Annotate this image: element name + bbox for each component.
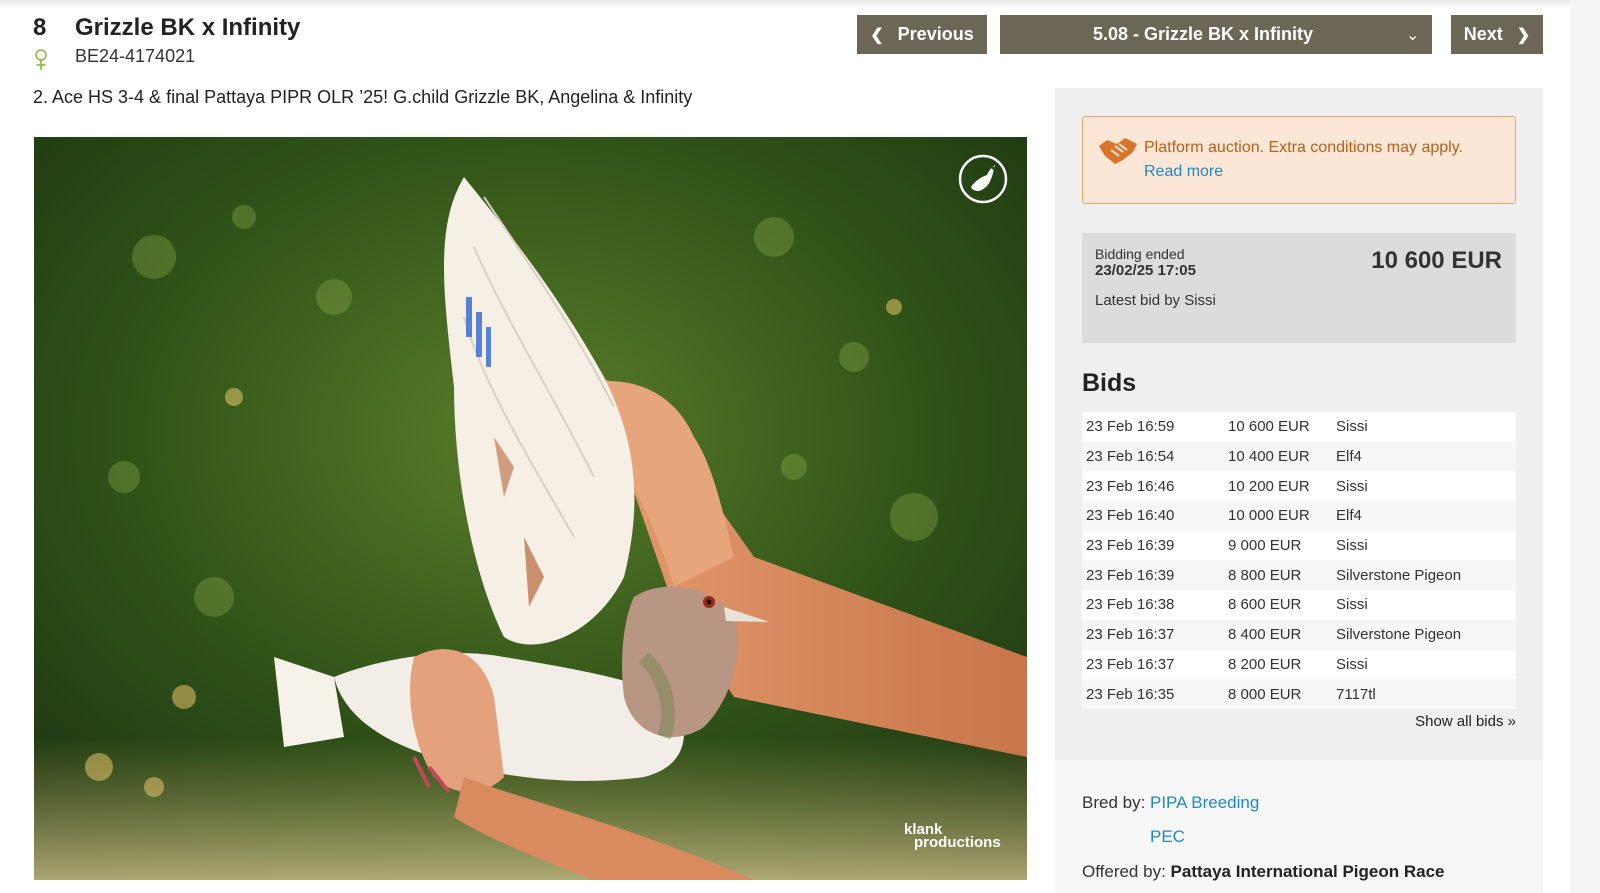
bid-bidder: 7117tl <box>1336 685 1376 703</box>
bid-row: 23 Feb 16:39 8 800 EUR Silverstone Pigeon <box>1082 560 1516 591</box>
next-button[interactable]: Next ❯ <box>1451 15 1543 54</box>
platform-notice: Platform auction. Extra conditions may a… <box>1082 116 1516 204</box>
bid-bidder: Sissi <box>1336 477 1368 495</box>
ring-number: BE24-4174021 <box>75 46 196 66</box>
bid-bidder: Silverstone Pigeon <box>1336 626 1462 644</box>
bid-amount: 8 400 EUR <box>1228 626 1302 644</box>
pigeon-photo[interactable] <box>34 137 1027 880</box>
pigeon-photo-image <box>34 137 1027 880</box>
status-label: Bidding ended <box>1095 246 1185 262</box>
bid-row: 23 Feb 16:37 8 400 EUR Silverstone Pigeon <box>1082 619 1516 650</box>
previous-button[interactable]: ❮ Previous <box>857 15 987 54</box>
lot-title: Grizzle BK x Infinity <box>75 14 301 41</box>
bid-row: 23 Feb 16:46 10 200 EUR Sissi <box>1082 471 1516 502</box>
lot-number: 8 <box>33 14 47 41</box>
bid-bidder: Elf4 <box>1336 448 1362 466</box>
bid-row: 23 Feb 16:39 9 000 EUR Sissi <box>1082 530 1516 561</box>
bid-time: 23 Feb 16:39 <box>1086 566 1175 584</box>
pigeon-logo-icon <box>958 154 1008 204</box>
bid-amount: 8 000 EUR <box>1228 685 1302 703</box>
bid-amount: 8 600 EUR <box>1228 596 1302 614</box>
bid-amount: 10 600 EUR <box>1228 418 1310 436</box>
chevron-left-icon: ❮ <box>870 26 884 44</box>
bid-row: 23 Feb 16:59 10 600 EUR Sissi <box>1082 412 1516 442</box>
chevron-down-icon: ⌄ <box>1406 26 1420 44</box>
bid-amount: 8 200 EUR <box>1228 655 1302 673</box>
bid-time: 23 Feb 16:46 <box>1086 477 1175 495</box>
top-shadow <box>0 0 1600 8</box>
bid-time: 23 Feb 16:37 <box>1086 626 1175 644</box>
bid-bidder: Sissi <box>1336 537 1368 555</box>
bid-amount: 10 000 EUR <box>1228 507 1310 525</box>
lot-select-value: 5.08 - Grizzle BK x Infinity <box>1092 24 1314 44</box>
show-all-bids-link[interactable]: Show all bids » <box>1415 713 1516 730</box>
bid-time: 23 Feb 16:54 <box>1086 448 1175 466</box>
bid-bidder: Sissi <box>1336 655 1368 673</box>
bid-row: 23 Feb 16:54 10 400 EUR Elf4 <box>1082 441 1516 472</box>
bid-time: 23 Feb 16:59 <box>1086 418 1175 436</box>
bid-amount: 10 400 EUR <box>1228 448 1310 466</box>
previous-label: Previous <box>897 24 974 44</box>
bid-row: 23 Feb 16:35 8 000 EUR 7117tl <box>1082 679 1516 709</box>
bid-bidder: Sissi <box>1336 418 1368 436</box>
bid-time: 23 Feb 16:35 <box>1086 685 1175 703</box>
notice-text: Platform auction. Extra conditions may a… <box>1144 139 1463 156</box>
bids-table: 23 Feb 16:59 10 600 EUR Sissi 23 Feb 16:54 1… <box>1082 412 1516 709</box>
offered-by-value: Pattaya International Pigeon Race <box>1170 862 1445 881</box>
bid-time: 23 Feb 16:40 <box>1086 507 1175 525</box>
female-icon <box>35 49 47 70</box>
bid-bidder: Sissi <box>1336 596 1368 614</box>
bidding-status: Bidding ended 23/02/25 17:05 10 600 EUR … <box>1082 233 1516 343</box>
bid-time: 23 Feb 16:37 <box>1086 655 1175 673</box>
bid-row: 23 Feb 16:38 8 600 EUR Sissi <box>1082 590 1516 620</box>
latest-bidder: Latest bid by Sissi <box>1095 292 1216 309</box>
handshake-icon <box>1099 138 1137 164</box>
bid-bidder: Elf4 <box>1336 507 1362 525</box>
bid-row: 23 Feb 16:37 8 200 EUR Sissi <box>1082 649 1516 680</box>
bred-by-label: Bred by: <box>1082 793 1146 812</box>
bid-amount: 10 200 EUR <box>1228 477 1310 495</box>
lot-select[interactable]: 5.08 - Grizzle BK x Infinity ⌄ <box>1000 15 1432 54</box>
bid-time: 23 Feb 16:39 <box>1086 537 1175 555</box>
breeder-link-pec[interactable]: PEC <box>1150 827 1185 847</box>
status-date: 23/02/25 17:05 <box>1095 262 1196 279</box>
page-edge <box>1570 0 1600 893</box>
winning-amount: 10 600 EUR <box>1371 247 1502 274</box>
lot-description: 2. Ace HS 3-4 & final Pattaya PIPR OLR ’… <box>33 87 693 107</box>
photo-credit-line2: productions <box>914 834 1001 851</box>
chevron-right-icon: ❯ <box>1516 26 1531 44</box>
offered-by-label: Offered by: <box>1082 862 1166 881</box>
bids-heading: Bids <box>1082 369 1137 397</box>
bid-bidder: Silverstone Pigeon <box>1336 566 1462 584</box>
bid-amount: 8 800 EUR <box>1228 566 1302 584</box>
bid-time: 23 Feb 16:38 <box>1086 596 1175 614</box>
bid-amount: 9 000 EUR <box>1228 537 1302 555</box>
photo-credit: klank productions <box>904 822 1001 851</box>
read-more-link[interactable]: Read more <box>1144 163 1223 181</box>
bid-row: 23 Feb 16:40 10 000 EUR Elf4 <box>1082 501 1516 531</box>
breeder-link-pipa[interactable]: PIPA Breeding <box>1150 793 1259 813</box>
offered-by: Offered by: Pattaya International Pigeon… <box>1082 862 1445 882</box>
next-label: Next <box>1463 24 1503 44</box>
